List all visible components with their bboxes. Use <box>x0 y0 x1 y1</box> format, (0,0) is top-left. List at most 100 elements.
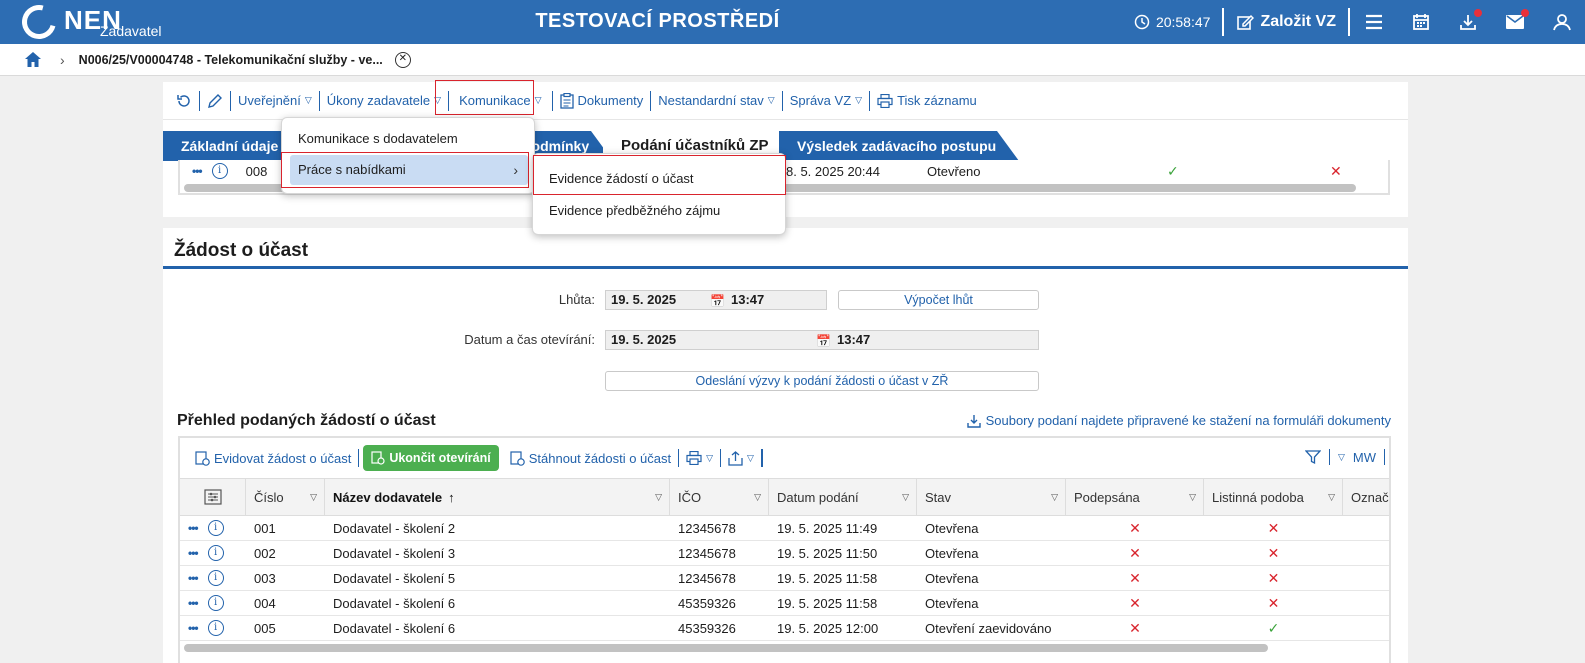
table-row[interactable]: ••• i 001 Dodavatel - školení 2 12345678 19. … <box>180 516 1389 541</box>
opening-label: Datum a čas otevírání: <box>464 332 595 347</box>
menu-button[interactable] <box>1350 0 1397 44</box>
more-icon[interactable]: ••• <box>188 571 199 585</box>
cell-signed: ✕ <box>1066 591 1204 616</box>
table-row[interactable]: ••• i 002 Dodavatel - školení 3 12345678 19. … <box>180 541 1389 566</box>
info-icon[interactable]: i <box>207 520 224 536</box>
column-stav[interactable]: Stav ▽ <box>917 479 1066 515</box>
create-vz-button[interactable]: Založit VZ <box>1224 13 1348 31</box>
table-row[interactable]: ••• i 005 Dodavatel - školení 6 45359326 19. … <box>180 616 1389 641</box>
calendar-icon[interactable]: 📅 <box>710 292 725 310</box>
calendar-icon[interactable]: 📅 <box>816 332 831 350</box>
application-section: Žádost o účast Lhůta: 19. 5. 2025 📅 13:4… <box>163 228 1408 663</box>
cross-icon: ✕ <box>1129 519 1141 536</box>
toolbar-sprava[interactable]: Správa VZ ▽ <box>783 90 871 111</box>
clock-time: 20:58:47 <box>1155 14 1211 30</box>
filter-triangle-icon[interactable]: ▽ <box>1328 492 1335 503</box>
user-button[interactable] <box>1538 0 1585 44</box>
dropdown-triangle-icon[interactable]: ▽ <box>1338 452 1345 463</box>
grid-header: Číslo ▽ Název dodavatele ↑ ▽ IČO ▽ Datum pod… <box>180 478 1389 516</box>
grid-export-button[interactable]: ▽ <box>721 449 762 467</box>
opening-field[interactable]: 19. 5. 2025 📅 13:47 <box>605 330 1039 350</box>
toolbar-dokumenty[interactable]: Dokumenty <box>553 90 652 111</box>
toolbar-ukony[interactable]: Úkony zadavatele ▽ <box>320 90 450 111</box>
info-icon[interactable]: i <box>211 163 228 179</box>
column-listinna-label: Listinná podoba <box>1212 489 1304 505</box>
cell-state: Otevřena <box>925 545 979 561</box>
row-actions: ••• i <box>180 616 246 641</box>
filter-triangle-icon[interactable]: ▽ <box>754 492 761 503</box>
column-oznacena[interactable]: Označe <box>1343 479 1389 515</box>
toolbar-tisk[interactable]: Tisk záznamu <box>870 91 984 111</box>
close-icon[interactable]: ✕ <box>394 51 411 68</box>
table-row[interactable]: ••• i 003 Dodavatel - školení 5 12345678 19. … <box>180 566 1389 591</box>
notification-dot <box>1474 9 1482 17</box>
download-applications-button[interactable]: Stáhnout žádosti o účast <box>503 449 680 467</box>
horizontal-scrollbar[interactable] <box>184 644 1268 652</box>
info-icon[interactable]: i <box>207 595 224 611</box>
more-icon[interactable]: ••• <box>188 596 199 610</box>
breadcrumb-title[interactable]: N006/25/V00004748 - Telekomunikační služ… <box>79 53 383 67</box>
more-icon[interactable]: ••• <box>188 546 199 560</box>
cell-state: Otevřena <box>925 520 979 536</box>
deadline-label: Lhůta: <box>558 292 595 307</box>
filter-triangle-icon[interactable]: ▽ <box>902 492 909 503</box>
grid-body: ••• i 001 Dodavatel - školení 2 12345678 19. … <box>180 516 1389 641</box>
menu-item-komunikace-s-dodavatelem[interactable]: Komunikace s dodavatelem <box>290 124 528 154</box>
filter-icon[interactable] <box>1304 449 1321 465</box>
row-actions: ••• i <box>180 566 246 591</box>
cell-date: 19. 5. 2025 11:58 <box>777 595 878 611</box>
printer-icon <box>877 93 893 108</box>
column-settings[interactable] <box>180 479 246 515</box>
send-invitation-button[interactable]: Odeslání výzvy k podání žádosti o účast … <box>605 371 1039 391</box>
download-files-link[interactable]: Soubory podaní najdete připravené ke sta… <box>966 413 1391 428</box>
opening-time: 13:47 <box>837 332 871 347</box>
tab-vysledek[interactable]: Výsledek zadávacího postupu <box>779 131 1019 161</box>
mw-label[interactable]: MW <box>1353 450 1376 465</box>
register-application-button[interactable]: Evidovat žádost o účast <box>188 449 360 467</box>
calc-deadlines-button[interactable]: Výpočet lhůt <box>838 290 1039 310</box>
calendar-button[interactable] <box>1397 0 1444 44</box>
notification-dot <box>1521 9 1529 17</box>
info-icon[interactable]: i <box>207 570 224 586</box>
toolbar-uverejneni[interactable]: Uveřejnění ▽ <box>231 90 320 111</box>
toolbar-nestandardni[interactable]: Nestandardní stav ▽ <box>651 90 783 111</box>
filter-triangle-icon[interactable]: ▽ <box>1189 492 1196 503</box>
dropdown-triangle-icon: ▽ <box>706 452 714 463</box>
column-listinna[interactable]: Listinná podoba ▽ <box>1204 479 1343 515</box>
filter-triangle-icon[interactable]: ▽ <box>1051 492 1058 503</box>
info-icon[interactable]: i <box>207 545 224 561</box>
cell-ico: 45359326 <box>678 620 736 636</box>
deadline-time: 13:47 <box>731 292 765 307</box>
column-datum-label: Datum podání <box>777 489 859 505</box>
table-row[interactable]: ••• i 004 Dodavatel - školení 6 45359326 19. … <box>180 591 1389 616</box>
end-opening-button[interactable]: Ukončit otevírání <box>363 445 499 471</box>
info-icon[interactable]: i <box>207 620 224 636</box>
refresh-button[interactable] <box>169 90 200 111</box>
export-icon <box>728 450 743 466</box>
cell-ico: 12345678 <box>678 570 736 586</box>
cell-ico: 45359326 <box>678 595 736 611</box>
cell-supplier-name: Dodavatel - školení 3 <box>333 545 456 561</box>
more-icon[interactable]: ••• <box>192 164 203 178</box>
more-icon[interactable]: ••• <box>188 521 199 535</box>
filter-triangle-icon[interactable]: ▽ <box>655 492 662 503</box>
grid-print-button[interactable]: ▽ <box>679 449 722 467</box>
column-cislo[interactable]: Číslo ▽ <box>246 479 325 515</box>
column-nazev[interactable]: Název dodavatele ↑ ▽ <box>325 479 670 515</box>
home-button[interactable] <box>22 49 44 71</box>
column-datum[interactable]: Datum podání ▽ <box>769 479 917 515</box>
column-ico[interactable]: IČO ▽ <box>670 479 769 515</box>
messages-button[interactable] <box>1491 0 1538 44</box>
cell-paper: ✕ <box>1204 591 1343 616</box>
filter-triangle-icon[interactable]: ▽ <box>310 492 317 503</box>
dropdown-triangle-icon: ▽ <box>767 95 775 105</box>
dropdown-triangle-icon: ▽ <box>534 95 542 105</box>
cell-ico: 12345678 <box>678 520 736 536</box>
submenu-evidence-zajmu[interactable]: Evidence předběžného zájmu <box>541 196 779 226</box>
edit-button[interactable] <box>200 90 231 111</box>
download-icon <box>1459 15 1476 30</box>
deadline-field[interactable]: 19. 5. 2025 📅 13:47 <box>605 290 827 310</box>
column-podepsana[interactable]: Podepsána ▽ <box>1066 479 1204 515</box>
more-icon[interactable]: ••• <box>188 621 199 635</box>
downloads-button[interactable] <box>1444 0 1491 44</box>
